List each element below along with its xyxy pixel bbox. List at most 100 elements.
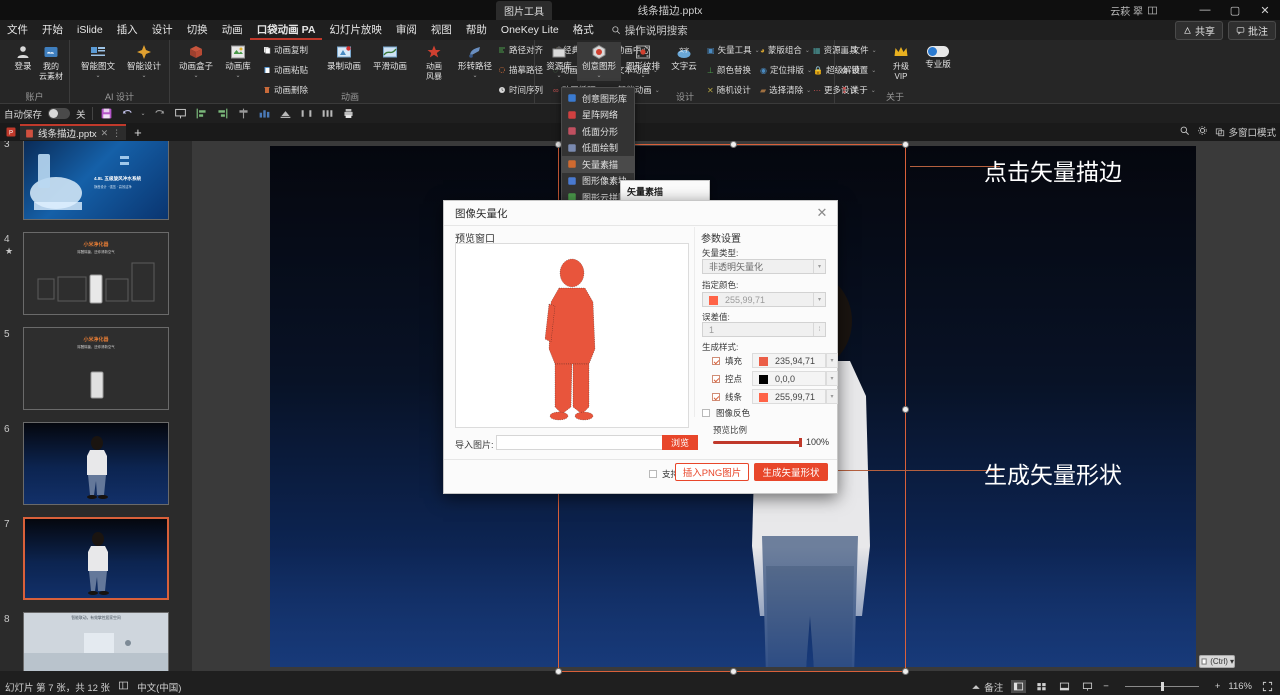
save-icon[interactable] [99, 106, 114, 121]
tolerance-field[interactable]: 1 ⁞ [702, 322, 826, 337]
image-vectorize-dialog[interactable]: 图像矢量化 ✕ 预览窗口 参数设置 矢量类型: 非透明矢量化 ▾ 指定颜色: 2… [443, 200, 838, 494]
fill-color-field[interactable]: 235,94,71 [752, 353, 826, 368]
vector-type-select[interactable]: 非透明矢量化 ▾ [702, 259, 826, 274]
ribbon-item-select-clear[interactable]: ▰ 选择清除 ⌄ [760, 84, 811, 96]
autosave-toggle[interactable] [48, 108, 71, 119]
tolerance-stepper[interactable]: ⁞ [813, 323, 825, 336]
reading-view-icon[interactable] [1057, 680, 1072, 693]
print-icon[interactable] [341, 106, 356, 121]
line-checkbox[interactable] [712, 393, 720, 401]
preview-scale-slider-knob[interactable] [799, 438, 802, 447]
ribbon-button-shape-layout[interactable]: 图形纹排 ⌄ [622, 42, 664, 81]
paste-badge-arrow[interactable]: ▾ [1230, 657, 1234, 666]
ribbon-tab-13[interactable]: 格式 [566, 20, 601, 40]
normal-view-icon[interactable] [1011, 680, 1027, 693]
thumbnail-frame-7[interactable] [23, 517, 169, 600]
thumbnail-row-6[interactable]: 6 [0, 422, 192, 517]
zoom-slider-knob[interactable] [1160, 682, 1164, 691]
zoom-out-button[interactable]: − [1103, 681, 1109, 692]
ribbon-tab-1[interactable]: 开始 [35, 20, 70, 40]
dropdown-item-4[interactable]: 矢量素描 [562, 156, 634, 173]
account-name[interactable]: 云萩 翠 [1110, 0, 1158, 20]
share-button[interactable]: 共享 [1175, 21, 1223, 40]
ribbon-tab-10[interactable]: 视图 [424, 20, 459, 40]
ribbon-tab-2[interactable]: iSlide [70, 20, 110, 40]
dropdown-item-2[interactable]: 低面分形 [562, 123, 634, 140]
ribbon-tab-7[interactable]: 口袋动画 PA [249, 20, 323, 40]
ribbon-tab-9[interactable]: 审阅 [389, 20, 424, 40]
ribbon-item-mask-combine[interactable]: ◕ 蒙版组合 ⌄ [760, 44, 810, 56]
file-tab-more-icon[interactable]: ⋮ [112, 128, 121, 139]
find-icon[interactable] [1179, 125, 1190, 139]
new-tab-button[interactable]: + [128, 125, 148, 140]
line-color-field[interactable]: 255,99,71 [752, 389, 826, 404]
line-separation-checkbox[interactable] [649, 470, 657, 478]
thumbnail-frame-5[interactable]: 小米净化器 除醛除菌，还你清新空气 [23, 327, 169, 410]
ribbon-item-position-layout[interactable]: ◉ 定位排版 ⌄ [760, 64, 812, 76]
browse-button[interactable]: 浏览 [662, 435, 698, 450]
ribbon-button-animation-storm[interactable]: 动画 风暴 [415, 42, 453, 81]
ribbon-tab-6[interactable]: 动画 [215, 20, 250, 40]
invert-image-checkbox[interactable] [702, 409, 710, 417]
ribbon-button-resource-library[interactable]: 资源库 ⌄ [540, 42, 578, 81]
handle-top-center[interactable] [730, 141, 737, 148]
distribute-icon[interactable] [257, 106, 272, 121]
ribbon-tab-8[interactable]: 幻灯片放映 [322, 20, 389, 40]
insert-png-button[interactable]: 插入PNG图片 [675, 463, 749, 481]
ribbon-tab-12[interactable]: OneKey Lite [494, 20, 566, 40]
thumbnail-frame-4[interactable]: 小米净化器 除醛除菌，还你清新空气 [23, 232, 169, 315]
ribbon-tab-3[interactable]: 插入 [110, 20, 145, 40]
group-icon[interactable] [278, 106, 293, 121]
line-color-chevron-down-icon[interactable]: ▾ [826, 389, 838, 404]
dialog-close-button[interactable]: ✕ [813, 205, 831, 221]
handle-top-right[interactable] [902, 141, 909, 148]
ribbon-button-smart-text[interactable]: 智能图文 ⌄ [76, 42, 120, 81]
notes-button[interactable]: 备注 [971, 680, 1003, 694]
ribbon-tab-11[interactable]: 帮助 [459, 20, 494, 40]
ribbon-button-word-cloud[interactable]: 文字 文字云 [665, 42, 703, 72]
dist-v-icon[interactable] [320, 106, 335, 121]
settings-icon[interactable] [1197, 125, 1208, 139]
sorter-view-icon[interactable] [1034, 680, 1049, 693]
multiwindow-mode-button[interactable]: 多窗口模式 [1215, 125, 1276, 139]
ribbon-button-creative-shape[interactable]: 创意图形 ⌄ [577, 42, 621, 81]
ribbon-button-smart-design[interactable]: 智能设计 ⌄ [122, 42, 166, 81]
ribbon-item-vector-tools[interactable]: ▣ 矢量工具 ⌄ [707, 44, 760, 56]
control-point-color-field[interactable]: 0,0,0 [752, 371, 826, 386]
redo-icon[interactable] [152, 106, 167, 121]
maximize-button[interactable]: ▢ [1220, 0, 1250, 20]
accessibility-icon[interactable] [118, 680, 129, 694]
specified-color-chevron-down-icon[interactable]: ▾ [813, 293, 825, 306]
ribbon-button-pro-version[interactable]: 专业版 [920, 42, 956, 70]
thumbnail-row-3[interactable]: 3 4.8L 五级旋风冲水系统 静音设计 · 强压 · 高效洁净 [0, 141, 192, 232]
ribbon-button-upgrade-vip[interactable]: 升级 VIP [885, 42, 917, 81]
align-center-icon[interactable] [236, 106, 251, 121]
thumbnail-row-7[interactable]: 7 [0, 517, 192, 612]
fill-color-swatch[interactable] [759, 357, 768, 366]
fill-checkbox[interactable] [712, 357, 720, 365]
thumbnail-frame-8[interactable]: 智能联动，有效掌控居家空间 [23, 612, 169, 671]
ribbon-button-record-animation[interactable]: 录制动画 [322, 42, 366, 72]
close-button[interactable]: ✕ [1250, 0, 1280, 20]
thumbnail-row-4[interactable]: 4 ★ 小米净化器 除醛除菌，还你清新空气 [0, 232, 192, 327]
file-tab[interactable]: 线条描边.pptx ✕ ⋮ [20, 124, 127, 140]
thumbnail-row-5[interactable]: 5 小米净化器 除醛除菌，还你清新空气 [0, 327, 192, 422]
zoom-slider[interactable] [1117, 680, 1207, 693]
dropdown-item-0[interactable]: 创意图形库 [562, 90, 634, 107]
generate-vector-shape-button[interactable]: 生成矢量形状 [754, 463, 828, 481]
context-tab-picture-tools[interactable]: 图片工具 [496, 1, 552, 20]
comment-button[interactable]: 批注 [1228, 21, 1276, 40]
line-color-swatch[interactable] [759, 393, 768, 402]
dist-h-icon[interactable] [299, 106, 314, 121]
ribbon-button-animation-box[interactable]: 动画盒子 ⌄ [176, 42, 216, 81]
control-point-checkbox[interactable] [712, 375, 720, 383]
ribbon-item-settings[interactable]: ⚙ 设置 ⌄ [841, 64, 876, 76]
handle-bottom-center[interactable] [730, 668, 737, 675]
handle-bottom-left[interactable] [555, 668, 562, 675]
zoom-in-button[interactable]: + [1215, 681, 1221, 692]
ribbon-item-color-replace[interactable]: ⊥ 颜色替换 [707, 64, 751, 76]
ribbon-item-animation-copy[interactable]: 动画复制 [263, 44, 308, 56]
specified-color-swatch[interactable] [709, 296, 718, 305]
thumbnail-row-8[interactable]: 8 智能联动，有效掌控居家空间 [0, 612, 192, 671]
align-left-icon[interactable] [194, 106, 209, 121]
